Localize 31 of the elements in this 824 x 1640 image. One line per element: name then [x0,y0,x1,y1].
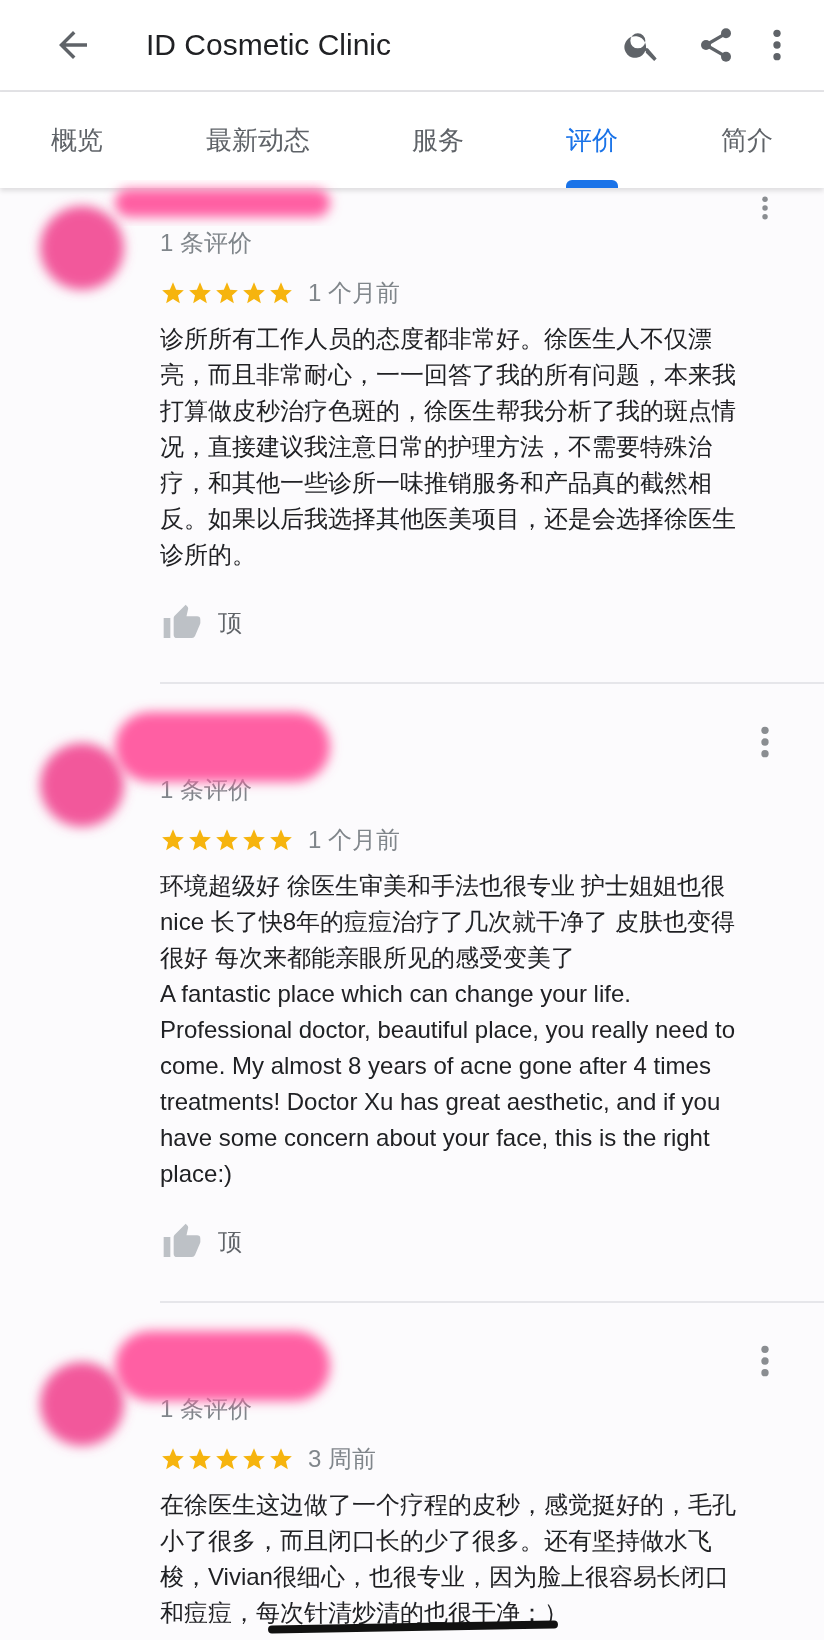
star-icon [214,827,240,853]
star-icon [214,280,240,306]
review-time: 3 周前 [308,1444,376,1474]
star-icon [187,1446,213,1472]
like-label[interactable]: 顶 [218,607,242,639]
star-icon [160,280,186,306]
review-text: 诊所所有工作人员的态度都非常好。徐医生人不仅漂亮，而且非常耐心，一一回答了我的所有问题，本来我打算做皮秒治疗色斑的，徐医生帮我分析了我的斑点情况，直接建议我注意日常的护理方法，不需要特殊治疗，和其他一些诊所一味推销服务和产品真的截然相反。如果以后我选择其他医美项目，还是会选择徐医生诊所的。 [160,324,737,570]
star-icon [187,280,213,306]
review-count: 1 条评价 [160,1394,253,1424]
review-text: 环境超级好 徐医生审美和手法也很专业 护士姐姐也很nice 长了快8年的痘痘治疗了几次就干净了 皮肤也变得很好 每次来都能亲眼所见的感受变美了 A fantastic place which can change your life. Professional doctor, beautiful place, you really need to come. My almost 8 years of acne gone after 4 times treatments! Doctor Xu has great aesthetic, and if you have some concern about your face, this is the right place:) [160,871,737,1189]
star-icon [160,827,186,853]
like-label[interactable]: 顶 [218,1226,242,1258]
app-title: ID Cosmetic Clinic [146,28,393,62]
star-icon [241,1446,267,1472]
tab[interactable]: 评价 [552,92,633,188]
review-time: 1 个月前 [308,825,400,855]
star-icon [187,827,213,853]
review-count: 1 条评价 [160,228,253,258]
star-icon [214,1446,240,1472]
star-icon [160,1446,186,1472]
star-icon [241,827,267,853]
review-count: 1 条评价 [160,775,253,805]
tab[interactable]: 概览 [37,92,118,188]
tab[interactable]: 最新动态 [191,92,324,188]
star-icon [268,827,294,853]
tab[interactable]: 简介 [706,92,787,188]
star-icon [268,1446,294,1472]
review-time: 1 个月前 [308,278,400,308]
star-icon [268,280,294,306]
star-icon [241,280,267,306]
tab[interactable]: 服务 [397,92,478,188]
